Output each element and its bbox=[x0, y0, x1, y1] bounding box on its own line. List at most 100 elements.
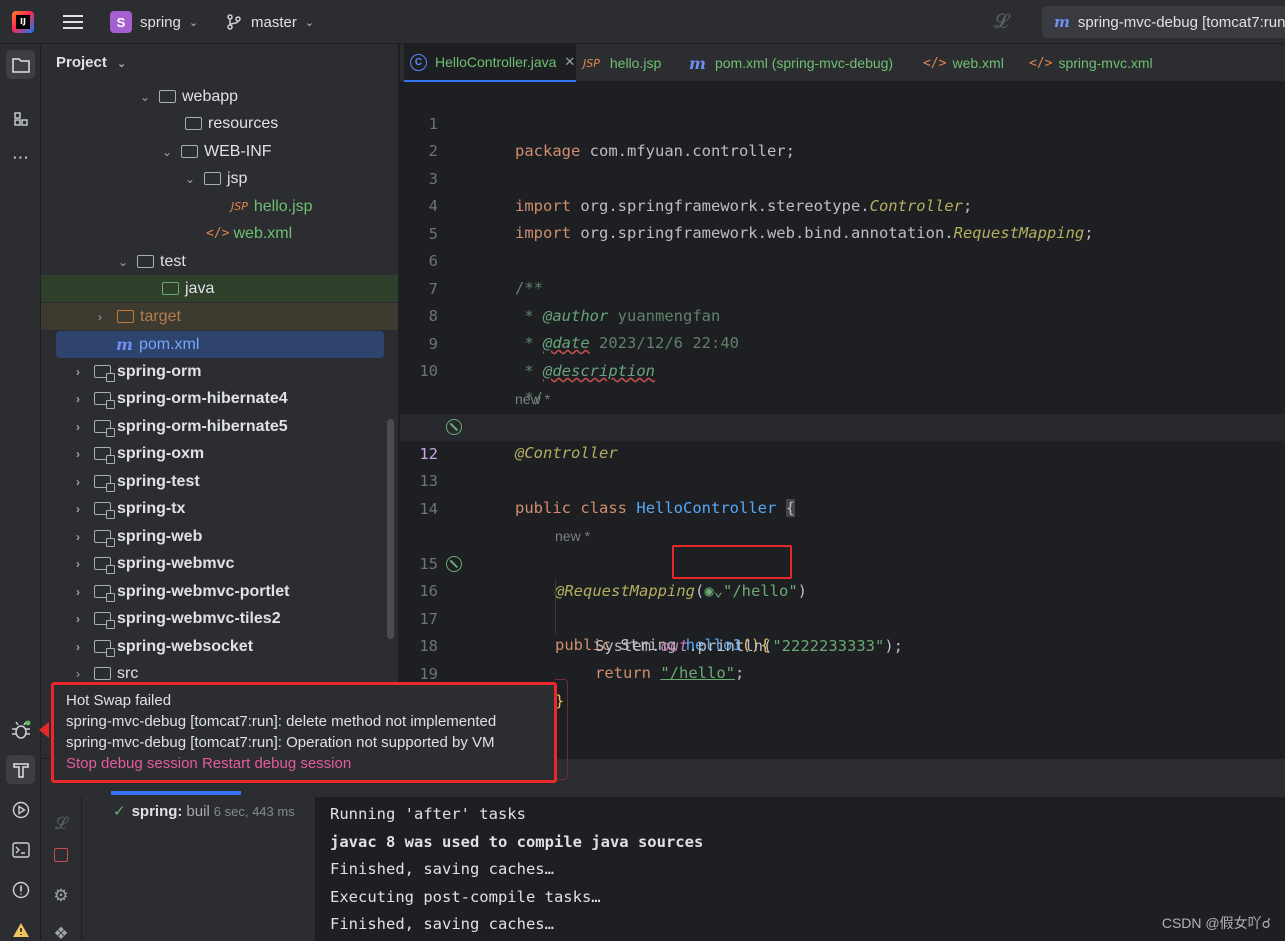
tree-item-target[interactable]: › target bbox=[41, 303, 398, 330]
chevron-down-icon: ⌄ bbox=[117, 58, 127, 70]
main-menu-icon[interactable] bbox=[62, 0, 84, 44]
intellij-logo-icon[interactable]: IJ bbox=[12, 0, 40, 44]
tree-item-web-inf[interactable]: ⌄ WEB-INF bbox=[41, 138, 398, 165]
project-panel: Project ⌄ ⌄ webapp resources ⌄ WEB-INF ⌄… bbox=[41, 44, 399, 758]
code-line: 13 bbox=[400, 441, 1285, 490]
tab-web-xml[interactable]: </> web.xml bbox=[923, 44, 1004, 82]
tab-hellocontroller-java[interactable]: C HelloController.java ✕ bbox=[404, 44, 576, 82]
maven-icon: m bbox=[116, 335, 133, 354]
project-scrollbar[interactable] bbox=[387, 419, 394, 639]
tree-item-spring-webmvc-portlet[interactable]: › spring-webmvc-portlet bbox=[41, 578, 398, 605]
tree-item-test[interactable]: ⌄ test bbox=[41, 248, 398, 275]
chevron-down-icon: ⌄ bbox=[139, 89, 151, 104]
project-name: spring bbox=[140, 13, 181, 31]
folder-icon bbox=[181, 145, 198, 158]
folder-icon bbox=[204, 172, 221, 185]
warning-icon[interactable] bbox=[6, 915, 35, 941]
editor-tabs: C HelloController.java ✕ JSP hello.jsp m… bbox=[400, 44, 1285, 82]
xml-icon: </> bbox=[1029, 55, 1053, 71]
tree-item-pom-xml[interactable]: m pom.xml bbox=[56, 331, 384, 358]
tab-spring-mvc-xml[interactable]: </> spring-mvc.xml bbox=[1029, 44, 1153, 82]
tree-item-spring-orm-hibernate4[interactable]: › spring-orm-hibernate4 bbox=[41, 385, 398, 412]
code-editor[interactable]: 1 package com.mfyuan.controller; 2 3 imp… bbox=[400, 82, 1285, 758]
build-tab-indicator[interactable] bbox=[111, 791, 241, 795]
settings-gear-icon[interactable]: ⚙ bbox=[51, 886, 71, 906]
run-services-icon[interactable] bbox=[6, 795, 35, 824]
chevron-right-icon: › bbox=[76, 666, 80, 681]
tree-item-label: spring-tx bbox=[117, 499, 186, 517]
code-line: 9 * @description bbox=[400, 304, 1285, 380]
tree-item-spring-tx[interactable]: › spring-tx bbox=[41, 495, 398, 522]
build-console-output[interactable]: Running 'after' tasks javac 8 was used t… bbox=[315, 797, 1285, 941]
notification-message: spring-mvc-debug [tomcat7:run]: Operatio… bbox=[66, 734, 495, 751]
run-configuration-selector[interactable]: m spring-mvc-debug [tomcat7:run] bbox=[1042, 6, 1285, 38]
module-folder-icon bbox=[94, 447, 115, 464]
tree-item-spring-oxm[interactable]: › spring-oxm bbox=[41, 440, 398, 467]
tree-item-webapp[interactable]: ⌄ webapp bbox=[41, 83, 398, 110]
tab-hello-jsp[interactable]: JSP hello.jsp bbox=[583, 44, 661, 82]
tree-item-hello-jsp[interactable]: JSP hello.jsp bbox=[41, 193, 398, 220]
module-folder-icon bbox=[94, 365, 115, 382]
tab-label: web.xml bbox=[952, 55, 1004, 71]
tree-item-spring-webmvc[interactable]: › spring-webmvc bbox=[41, 550, 398, 577]
code-line-current: 12 public class HelloController { bbox=[400, 414, 1285, 517]
tree-item-label: spring-orm-hibernate4 bbox=[117, 389, 288, 407]
build-hammer-icon[interactable]: 𝓛 bbox=[994, 0, 1009, 44]
tree-item-label: hello.jsp bbox=[253, 197, 313, 215]
spring-endpoint-gutter-icon[interactable] bbox=[446, 556, 462, 572]
excluded-folder-icon bbox=[117, 310, 134, 323]
terminal-icon[interactable] bbox=[6, 835, 35, 864]
tab-pom-xml[interactable]: m pom.xml (spring-mvc-debug) bbox=[689, 44, 893, 82]
tree-item-spring-orm-hibernate5[interactable]: › spring-orm-hibernate5 bbox=[41, 413, 398, 440]
tree-item-resources[interactable]: resources bbox=[41, 110, 398, 137]
build-result-item[interactable]: ✓ spring: buil 6 sec, 443 ms bbox=[113, 802, 313, 821]
project-folder-icon[interactable] bbox=[6, 50, 35, 79]
tree-item-spring-orm[interactable]: › spring-orm bbox=[41, 358, 398, 385]
chevron-right-icon: › bbox=[76, 529, 80, 544]
branch-switcher[interactable]: master ⌄ bbox=[225, 0, 314, 44]
more-tools-icon[interactable]: ⋯ bbox=[6, 143, 35, 172]
project-panel-header[interactable]: Project ⌄ bbox=[56, 54, 126, 71]
structure-icon[interactable] bbox=[6, 104, 35, 133]
tree-item-spring-websocket[interactable]: › spring-websocket bbox=[41, 633, 398, 660]
code-line: 1 package com.mfyuan.controller; bbox=[400, 84, 1285, 160]
tree-item-java[interactable]: java bbox=[41, 275, 398, 302]
stop-icon[interactable] bbox=[51, 845, 71, 865]
title-bar: IJ S spring ⌄ master ⌄ 𝓛 m spring-mvc-de… bbox=[0, 0, 1285, 44]
tree-item-jsp[interactable]: ⌄ jsp bbox=[41, 165, 398, 192]
build-icon[interactable] bbox=[6, 755, 35, 784]
module-folder-icon bbox=[94, 392, 115, 409]
build-item-label: spring: bbox=[131, 802, 183, 820]
tree-item-label: spring-webmvc-tiles2 bbox=[117, 609, 281, 627]
pin-icon[interactable]: ❖ bbox=[51, 924, 71, 941]
tree-item-web-xml[interactable]: </> web.xml bbox=[41, 220, 398, 247]
folder-icon bbox=[94, 667, 111, 680]
tab-label: spring-mvc.xml bbox=[1058, 55, 1153, 71]
maven-icon: m bbox=[689, 53, 706, 73]
tree-item-spring-webmvc-tiles2[interactable]: › spring-webmvc-tiles2 bbox=[41, 605, 398, 632]
chevron-down-icon: ⌄ bbox=[117, 254, 129, 269]
problems-icon[interactable] bbox=[6, 875, 35, 904]
method-name-highlight-box bbox=[672, 545, 792, 579]
tree-item-spring-web[interactable]: › spring-web bbox=[41, 523, 398, 550]
close-icon[interactable]: ✕ bbox=[564, 54, 575, 70]
project-switcher[interactable]: S spring ⌄ bbox=[110, 0, 198, 44]
module-folder-icon bbox=[94, 557, 115, 574]
restart-debug-session-link[interactable]: Restart debug session bbox=[202, 755, 351, 772]
tree-item-label: jsp bbox=[227, 169, 248, 187]
java-class-icon: C bbox=[410, 53, 427, 71]
project-badge: S bbox=[110, 11, 132, 33]
xml-icon: </> bbox=[923, 55, 947, 71]
tree-item-spring-test[interactable]: › spring-test bbox=[41, 468, 398, 495]
jsp-file-icon: JSP bbox=[231, 200, 248, 213]
chevron-right-icon: › bbox=[76, 639, 80, 654]
code-line: 11 @Controller bbox=[400, 386, 1285, 462]
debug-icon[interactable] bbox=[6, 715, 35, 744]
spring-bean-gutter-icon[interactable] bbox=[446, 419, 462, 435]
branch-name: master bbox=[251, 13, 297, 31]
stop-debug-session-link[interactable]: Stop debug session bbox=[66, 755, 198, 772]
tab-label: HelloController.java bbox=[435, 54, 557, 70]
module-folder-icon bbox=[94, 530, 115, 547]
chevron-right-icon: › bbox=[76, 584, 80, 599]
rebuild-icon[interactable]: 𝓛 bbox=[51, 814, 71, 834]
